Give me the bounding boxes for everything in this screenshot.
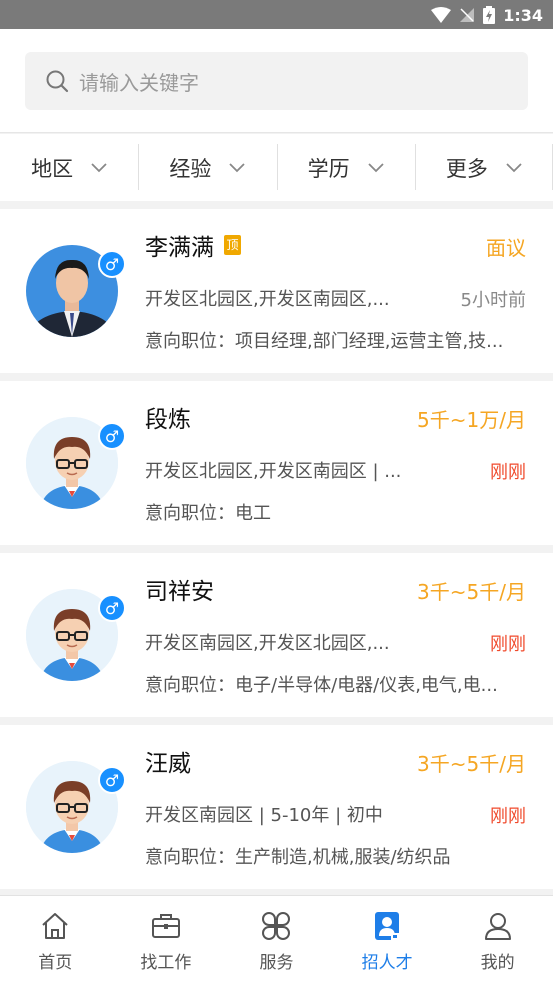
candidate-card[interactable]: ♂ 司祥安 3千~5千/月 开发区南园区,开发区北园区,... 刚刚 意向职位：… (0, 553, 553, 717)
name-text: 李满满 (145, 235, 214, 261)
tab-label: 找工作 (140, 953, 192, 973)
services-icon (262, 912, 291, 940)
filter-label: 学历 (307, 156, 350, 181)
home-icon (42, 913, 68, 939)
tab-home[interactable]: 首页 (0, 896, 111, 983)
search-area: 请输入关键字 (0, 29, 553, 133)
recruit-icon (375, 912, 400, 940)
updated-time: 5小时前 (460, 290, 526, 311)
clock: 1:34 (503, 5, 543, 25)
candidate-card[interactable]: ♂ 汪威 3千~5千/月 开发区南园区 | 5-10年 | 初中 刚刚 意向职位… (0, 725, 553, 889)
search-placeholder: 请输入关键字 (79, 70, 199, 95)
candidate-name: 汪威 (145, 744, 191, 778)
intended-position: 意向职位：项目经理,部门经理,运营主管,技... (145, 331, 504, 352)
location: 开发区南园区 | 5-10年 | 初中 (145, 805, 383, 826)
salary: 3千~5千/月 (417, 752, 526, 776)
candidate-name: 司祥安 (145, 572, 214, 606)
candidate-name: 段炼 (145, 400, 191, 434)
salary: 面议 (486, 236, 526, 260)
chevron-down-icon (91, 162, 107, 172)
tab-label: 服务 (259, 953, 294, 973)
filter-experience[interactable]: 经验 (138, 134, 276, 201)
tab-find-job[interactable]: 找工作 (111, 896, 222, 983)
location: 开发区北园区,开发区南园区 | ... (145, 461, 400, 482)
candidate-list: ♂ 李满满 顶 面议 开发区北园区,开发区南园区,... 5小时前 意向职位：项… (0, 209, 553, 897)
chevron-down-icon (506, 162, 522, 172)
chevron-down-icon (229, 162, 246, 172)
tab-label: 首页 (38, 953, 73, 973)
updated-time: 刚刚 (490, 462, 526, 483)
tab-label: 招人才 (361, 953, 413, 973)
filter-region[interactable]: 地区 (0, 134, 138, 201)
male-icon: ♂ (98, 422, 126, 450)
filter-label: 更多 (445, 156, 488, 181)
profile-icon (484, 913, 511, 940)
search-input[interactable]: 请输入关键字 (25, 52, 528, 110)
wifi-icon (431, 7, 452, 23)
intended-position: 意向职位：电子/半导体/电器/仪表,电气,电... (145, 675, 498, 696)
filter-label: 地区 (31, 156, 74, 181)
intended-position: 意向职位：电工 (145, 503, 271, 524)
search-icon (46, 70, 69, 93)
tab-recruit[interactable]: 招人才 (332, 896, 443, 983)
tab-profile[interactable]: 我的 (442, 896, 553, 983)
filter-more[interactable]: 更多 (414, 134, 553, 201)
battery-icon (483, 6, 496, 24)
bottom-tab-bar: 首页 找工作 服务 招人才 我的 (0, 895, 553, 983)
status-bar: 1:34 (0, 0, 553, 29)
filter-bar: 地区 经验 学历 更多 (0, 134, 553, 201)
name-text: 司祥安 (145, 579, 214, 605)
salary: 3千~5千/月 (417, 580, 526, 604)
intended-position: 意向职位：生产制造,机械,服装/纺织品 (145, 847, 451, 868)
tab-label: 我的 (480, 953, 515, 973)
briefcase-icon (151, 914, 180, 938)
filter-label: 经验 (169, 156, 212, 181)
male-icon: ♂ (98, 250, 126, 278)
candidate-card[interactable]: ♂ 段炼 5千~1万/月 开发区北园区,开发区南园区 | ... 刚刚 意向职位… (0, 381, 553, 545)
candidate-name: 李满满 顶 (145, 228, 241, 262)
location: 开发区北园区,开发区南园区,... (145, 289, 390, 310)
candidate-card[interactable]: ♂ 李满满 顶 面议 开发区北园区,开发区南园区,... 5小时前 意向职位：项… (0, 209, 553, 373)
tab-services[interactable]: 服务 (221, 896, 332, 983)
updated-time: 刚刚 (490, 806, 526, 827)
updated-time: 刚刚 (490, 634, 526, 655)
chevron-down-icon (367, 162, 384, 172)
filter-education[interactable]: 学历 (276, 134, 415, 201)
name-text: 汪威 (145, 751, 191, 777)
salary: 5千~1万/月 (417, 408, 526, 432)
name-text: 段炼 (145, 407, 191, 433)
pinned-badge: 顶 (224, 235, 241, 255)
male-icon: ♂ (98, 594, 126, 622)
no-signal-icon (460, 8, 475, 22)
location: 开发区南园区,开发区北园区,... (145, 633, 390, 654)
male-icon: ♂ (98, 766, 126, 794)
